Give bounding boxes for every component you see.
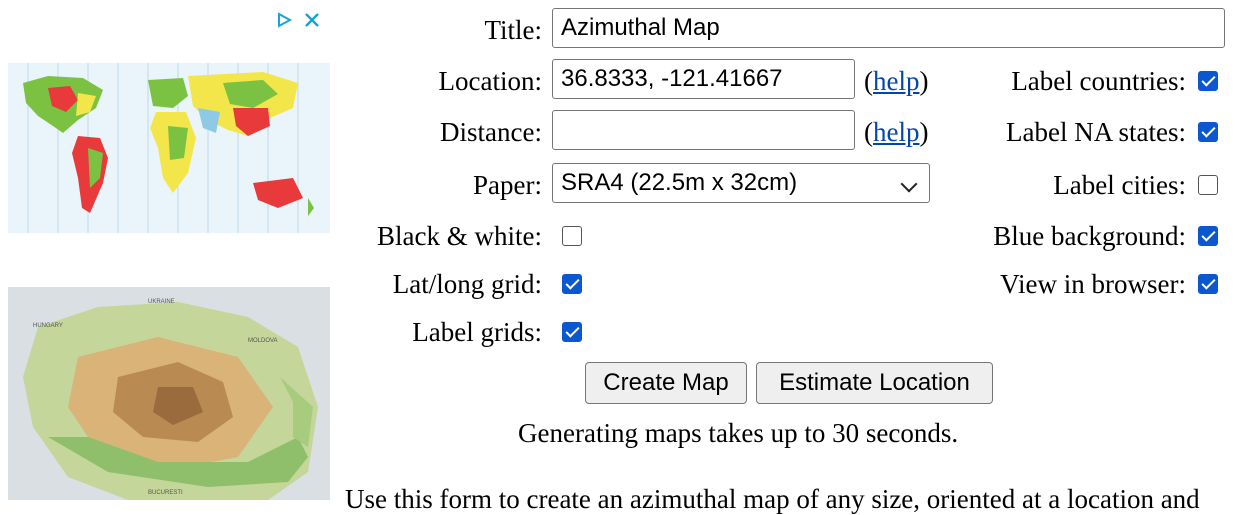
close-x-icon[interactable]: [304, 12, 320, 28]
generating-notice: Generating maps takes up to 30 seconds.: [518, 418, 959, 448]
blue-background-checkbox[interactable]: [1198, 226, 1218, 246]
location-label: Location:: [438, 66, 542, 96]
black-white-checkbox[interactable]: [562, 226, 582, 246]
label-grids-label: Label grids:: [412, 317, 542, 347]
distance-label: Distance:: [440, 117, 542, 147]
view-in-browser-checkbox[interactable]: [1198, 274, 1218, 294]
label-cities-checkbox[interactable]: [1198, 175, 1218, 195]
relief-map-image: HUNGARY MOLDOVA UKRAINE BUCURESTI: [8, 287, 330, 500]
distance-help-link[interactable]: help: [873, 117, 920, 147]
label-countries-checkbox[interactable]: [1198, 71, 1218, 91]
chevron-down-icon: [900, 175, 918, 193]
estimate-location-button[interactable]: Estimate Location: [756, 362, 993, 404]
title-label: Title:: [484, 15, 542, 45]
label-na-states-label: Label NA states:: [1006, 117, 1186, 147]
ad-world-timezone-map[interactable]: [8, 8, 330, 278]
latlong-grid-label: Lat/long grid:: [392, 269, 542, 299]
label-na-states-checkbox[interactable]: [1198, 122, 1218, 142]
world-map-image: [8, 63, 330, 233]
svg-text:BUCURESTI: BUCURESTI: [148, 490, 183, 496]
label-countries-label: Label countries:: [1011, 66, 1186, 96]
location-help: (help): [864, 66, 929, 96]
title-input[interactable]: Azimuthal Map: [552, 8, 1225, 48]
latlong-grid-checkbox[interactable]: [562, 274, 582, 294]
view-in-browser-label: View in browser:: [1000, 269, 1186, 299]
create-map-button[interactable]: Create Map: [585, 362, 747, 404]
paper-label: Paper:: [473, 170, 542, 200]
label-cities-label: Label cities:: [1053, 170, 1186, 200]
paper-select[interactable]: SRA4 (22.5m x 32cm): [552, 163, 930, 203]
svg-text:UKRAINE: UKRAINE: [148, 299, 175, 305]
ad-romania-relief-map[interactable]: HUNGARY MOLDOVA UKRAINE BUCURESTI: [8, 287, 330, 500]
distance-help: (help): [864, 117, 929, 147]
label-grids-checkbox[interactable]: [562, 322, 582, 342]
black-white-label: Black & white:: [377, 221, 542, 251]
paper-select-value: SRA4 (22.5m x 32cm): [561, 169, 798, 196]
description-text: Use this form to create an azimuthal map…: [345, 484, 1200, 514]
location-help-link[interactable]: help: [873, 66, 920, 96]
svg-text:MOLDOVA: MOLDOVA: [248, 338, 278, 344]
blue-background-label: Blue background:: [993, 221, 1186, 251]
svg-text:HUNGARY: HUNGARY: [33, 323, 63, 329]
distance-input[interactable]: [552, 110, 855, 150]
location-input[interactable]: 36.8333, -121.41667: [552, 59, 855, 99]
adchoices-triangle-icon[interactable]: [276, 12, 293, 28]
